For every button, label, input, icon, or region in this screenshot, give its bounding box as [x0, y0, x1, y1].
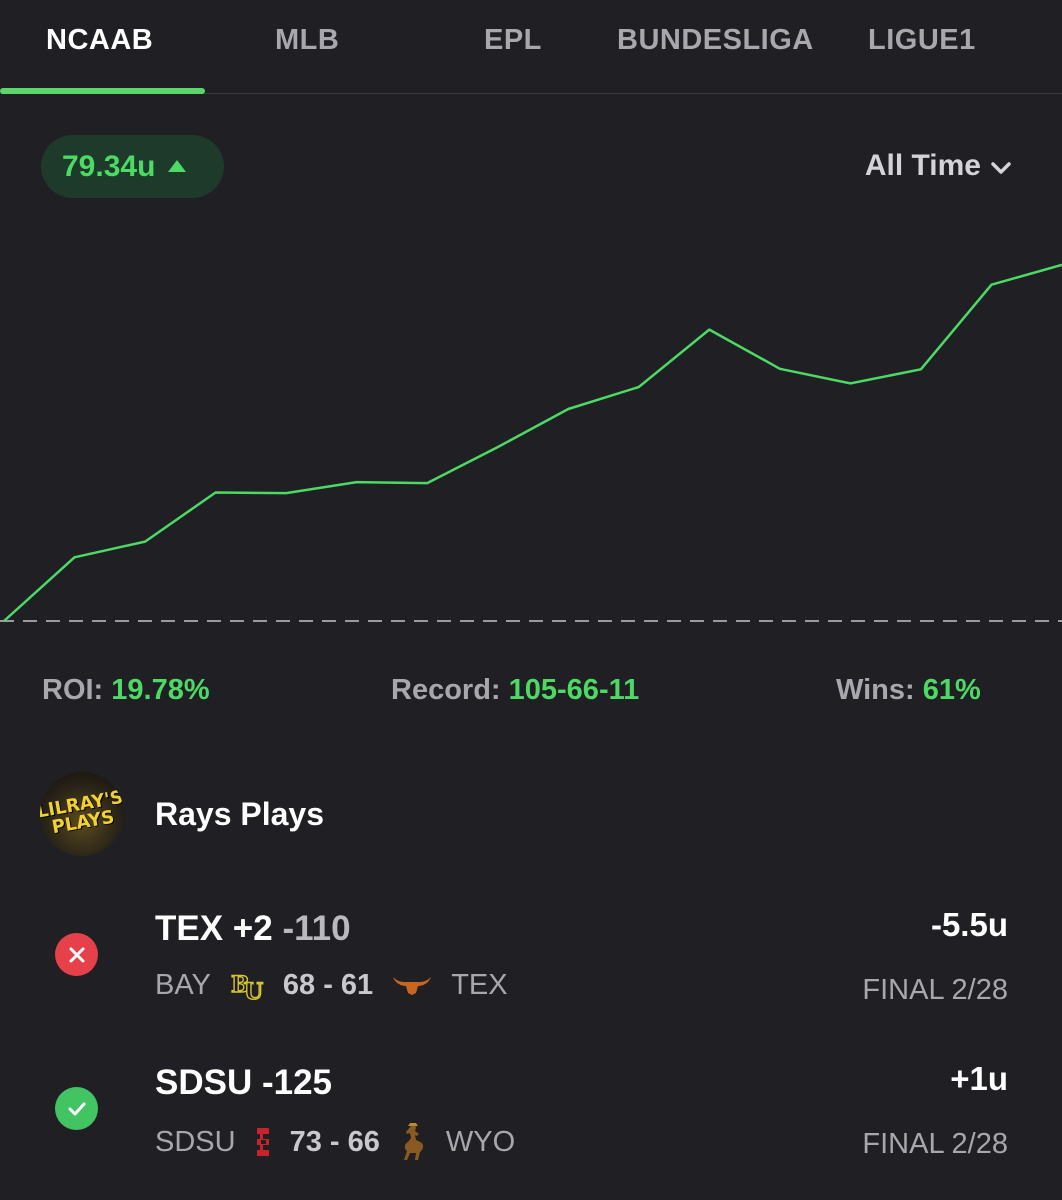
tab-mlb[interactable]: MLB — [275, 24, 339, 57]
tab-ncaab[interactable]: NCAAB — [46, 24, 153, 57]
roi-value: 19.78% — [111, 674, 210, 706]
bet-pick-label: TEX +2 — [155, 909, 273, 948]
bet-units: +1u — [950, 1060, 1008, 1097]
time-range-label: All Time — [864, 149, 981, 182]
wins-value: 61% — [922, 674, 981, 706]
away-team: BAY — [155, 968, 211, 1001]
chevron-down-icon — [990, 149, 1012, 183]
time-range-dropdown[interactable]: All Time — [865, 149, 1012, 183]
units-badge: 79.34u — [41, 135, 224, 198]
check-circle-icon — [55, 1087, 98, 1130]
units-line-chart — [0, 263, 1062, 622]
bet-odds: -110 — [282, 909, 351, 948]
game-score: 73 - 66 — [289, 1125, 380, 1158]
game-score: 68 - 61 — [282, 968, 374, 1001]
bet-pick-label: SDSU -125 — [155, 1063, 333, 1102]
tab-bundesliga[interactable]: BUNDESLIGA — [617, 24, 814, 57]
home-team: WYO — [445, 1125, 516, 1158]
game-status: FINAL 2/28 — [862, 1128, 1008, 1160]
record-value: 105-66-11 — [508, 674, 640, 706]
units-value: 79.34u — [62, 149, 156, 183]
stats-row: ROI: 19.78% Record: 105-66-11 Wins: 61% — [0, 674, 1062, 714]
game-score-line: BAY BU 68 - 61 TEX — [155, 968, 508, 1003]
roi-stat: ROI: 19.78% — [42, 674, 210, 707]
wins-stat: Wins: 61% — [836, 674, 981, 707]
sport-tabs: NCAAB MLB EPL BUNDESLIGA LIGUE1 — [0, 0, 1062, 94]
bet-row[interactable]: SDSU -125 SDSU 73 - 66 WYO +1u FINAL 2/2… — [0, 1044, 1062, 1174]
tab-epl[interactable]: EPL — [484, 24, 542, 57]
svg-text:U: U — [244, 979, 263, 1002]
sdsu-logo-icon — [254, 1126, 272, 1158]
chart-series-line — [3, 263, 1062, 622]
baylor-bu-logo-icon: BU — [229, 968, 265, 1002]
game-score-line: SDSU 73 - 66 WYO — [155, 1122, 515, 1162]
avatar[interactable]: LILRAY'S PLAYS — [40, 772, 124, 856]
record-label: Record: — [391, 674, 501, 706]
triangle-up-icon — [167, 156, 187, 179]
bet-row[interactable]: TEX +2 -110 BAY BU 68 - 61 TEX -5.5u FIN… — [0, 890, 1062, 1020]
game-status: FINAL 2/28 — [862, 974, 1008, 1006]
author-name[interactable]: Rays Plays — [155, 796, 324, 833]
author-row[interactable]: LILRAY'S PLAYS Rays Plays — [40, 772, 324, 856]
bet-pick: TEX +2 -110 — [155, 909, 351, 949]
wins-label: Wins: — [836, 674, 915, 706]
bet-units: -5.5u — [930, 906, 1008, 943]
wyoming-cowboy-logo-icon — [398, 1122, 428, 1162]
x-circle-icon — [55, 933, 98, 976]
roi-label: ROI: — [42, 674, 104, 706]
home-team: TEX — [451, 968, 508, 1001]
longhorn-logo-icon — [391, 974, 433, 996]
record-stat: Record: 105-66-11 — [391, 674, 639, 707]
bet-pick: SDSU -125 — [155, 1063, 332, 1103]
tab-ligue1[interactable]: LIGUE1 — [868, 24, 976, 57]
active-tab-indicator — [0, 88, 205, 94]
lilrays-plays-logo-icon: LILRAY'S PLAYS — [40, 786, 124, 839]
away-team: SDSU — [155, 1125, 236, 1158]
